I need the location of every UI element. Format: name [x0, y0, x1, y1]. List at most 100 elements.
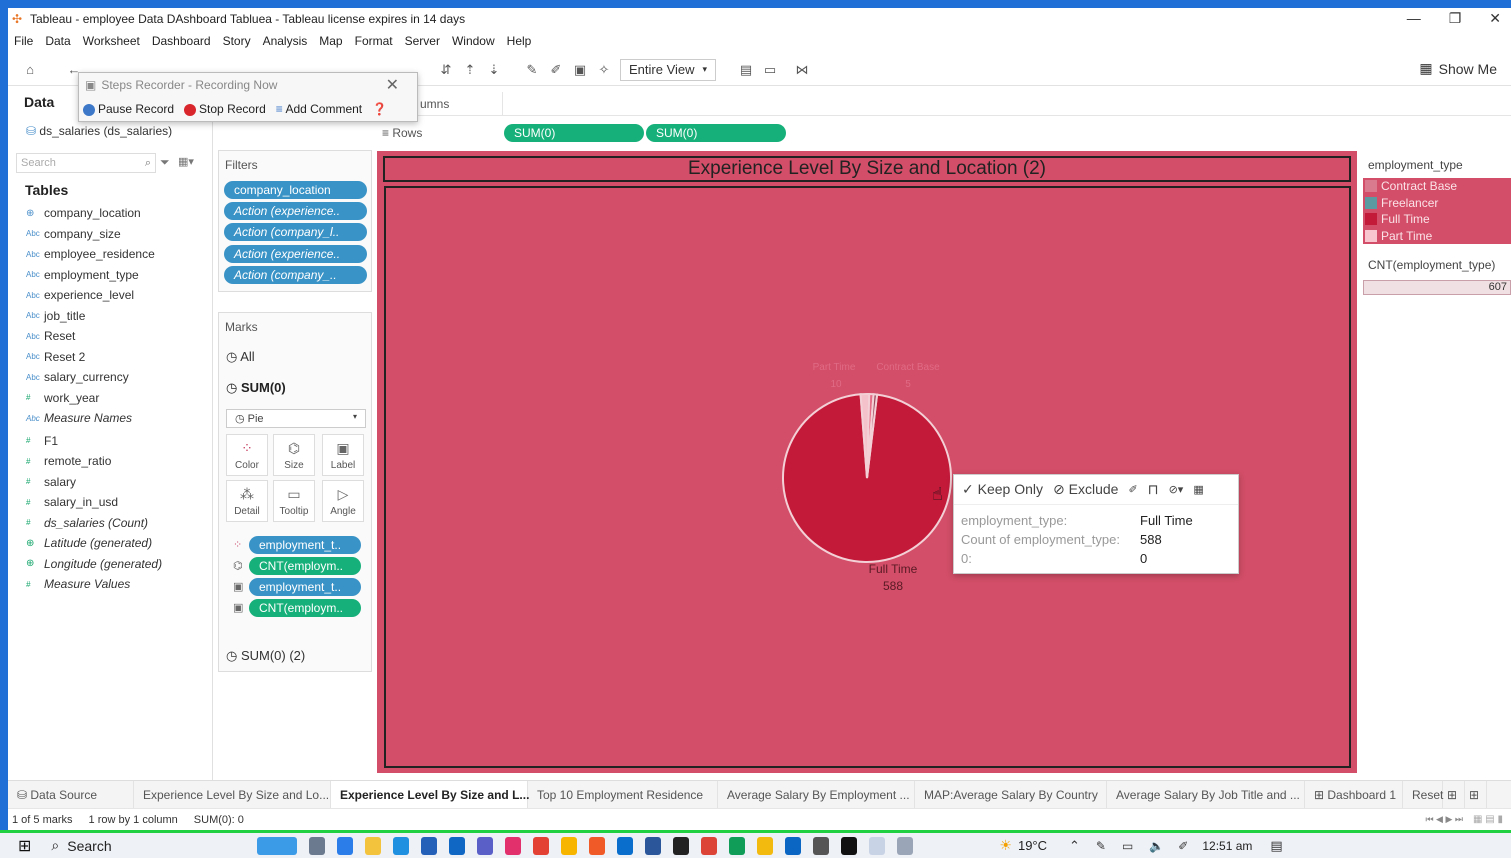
tab-map-salary-country[interactable]: MAP:Average Salary By Country [915, 780, 1107, 809]
tray-chevron-icon[interactable]: ⌃ [1069, 838, 1080, 854]
text-label-icon[interactable]: ▣ [568, 58, 592, 82]
menu-server[interactable]: Server [399, 34, 446, 48]
mark-pill-cnt-label[interactable]: CNT(employm.. [249, 599, 361, 617]
field-item[interactable]: # ds_salaries (Count) [26, 513, 148, 533]
field-item[interactable]: Abc salary_currency [26, 367, 129, 387]
outlook-icon[interactable] [449, 836, 466, 855]
settings-icon[interactable] [813, 836, 830, 855]
field-item[interactable]: Abc Reset 2 [26, 347, 85, 367]
pause-record-button[interactable]: Pause Record [83, 102, 174, 116]
field-item[interactable]: Abc company_size [26, 224, 121, 244]
field-item[interactable]: # salary_in_usd [26, 492, 118, 512]
card-icon[interactable]: ▤ [734, 58, 758, 82]
legend-item[interactable]: Freelancer [1363, 195, 1511, 212]
exclude-button[interactable]: ⊘ Exclude [1053, 481, 1118, 498]
tab-dashboard-1[interactable]: ⊞ Dashboard 1 [1305, 780, 1403, 809]
menu-story[interactable]: Story [217, 34, 257, 48]
marks-all-tab[interactable]: ◷ All [226, 349, 255, 365]
menu-help[interactable]: Help [501, 34, 538, 48]
field-item[interactable]: ⊕ Longitude (generated) [26, 554, 162, 574]
app-icon-1[interactable] [337, 836, 354, 855]
field-item[interactable]: Abc employee_residence [26, 244, 155, 264]
pen-icon[interactable]: ✎ [1096, 839, 1106, 853]
filter-pill-action-1[interactable]: Action (experience.. [224, 202, 367, 220]
app-icon-3[interactable] [589, 836, 606, 855]
filter-pill-company-location[interactable]: company_location [224, 181, 367, 199]
filter-pill-action-3[interactable]: Action (experience.. [224, 245, 367, 263]
menu-map[interactable]: Map [313, 34, 348, 48]
angle-mark-button[interactable]: ▷ Angle [322, 480, 364, 522]
show-me-button[interactable]: ▦ Show Me [1419, 60, 1497, 77]
chrome-icon-2[interactable] [701, 836, 718, 855]
share-icon[interactable]: ⋈ [790, 58, 814, 82]
field-item[interactable]: Abc job_title [26, 306, 85, 326]
app-icon-2[interactable] [561, 836, 578, 855]
close-button[interactable]: ✕ [1489, 10, 1501, 27]
battery-icon[interactable]: ▭ [1122, 839, 1133, 853]
instagram-icon[interactable] [505, 836, 522, 855]
windows-start-icon[interactable]: ⊞ [18, 836, 31, 856]
pin-clip-icon[interactable]: ✐ [544, 58, 568, 82]
menu-window[interactable]: Window [446, 34, 501, 48]
minimize-button[interactable]: — [1407, 10, 1421, 27]
home-icon[interactable]: ⌂ [18, 58, 42, 82]
sort-desc-icon[interactable]: ⇣ [482, 58, 506, 82]
terminal-icon[interactable] [841, 836, 858, 855]
sort-asc-icon[interactable]: ⇡ [458, 58, 482, 82]
tab-experience-1[interactable]: Experience Level By Size and Lo... [134, 780, 331, 809]
help-icon[interactable]: ❓ [372, 102, 387, 116]
filter-pill-action-2[interactable]: Action (company_l.. [224, 223, 367, 241]
legend-item[interactable]: Part Time [1363, 228, 1511, 245]
tableau-taskbar-icon[interactable] [869, 836, 886, 855]
view-options-icon[interactable]: ▦▾ [178, 155, 194, 168]
chrome-icon[interactable] [533, 836, 550, 855]
filter-pill-action-4[interactable]: Action (company_.. [224, 266, 367, 284]
new-dashboard-icon[interactable]: ⊞ [1465, 780, 1487, 809]
vscode-icon[interactable] [617, 836, 634, 855]
menu-analysis[interactable]: Analysis [257, 34, 314, 48]
steps-close-icon[interactable]: ✕ [386, 75, 399, 95]
pin-icon[interactable]: ✧ [592, 58, 616, 82]
mark-type-select[interactable]: ◷ Pie ▾ [226, 409, 366, 428]
detail-mark-button[interactable]: ⁂ Detail [226, 480, 268, 522]
view-data-icon[interactable]: ▦ [1193, 483, 1203, 496]
taskbar-search[interactable]: ⌕ Search [51, 837, 251, 854]
edge-icon[interactable] [393, 836, 410, 855]
marks-sum-tab[interactable]: ◷ SUM(0) [226, 380, 286, 396]
data-search-input[interactable]: Search ⌕ [16, 153, 156, 173]
sheet-nav-icons[interactable]: ⏮ ◀ ▶ ⏭ [1425, 814, 1463, 825]
color-mark-button[interactable]: ⁘ Color [226, 434, 268, 476]
app-icon-5[interactable] [897, 836, 914, 855]
menu-file[interactable]: File [8, 34, 39, 48]
task-view-icon[interactable] [309, 836, 326, 855]
stop-record-button[interactable]: Stop Record [184, 102, 266, 116]
set-icon[interactable]: ⊘▾ [1169, 483, 1184, 496]
field-item[interactable]: # remote_ratio [26, 451, 111, 471]
volume-icon[interactable]: 🔈 [1149, 839, 1164, 853]
size-mark-button[interactable]: ⌬ Size [273, 434, 315, 476]
group-clip-icon[interactable]: ✐ [1128, 483, 1137, 496]
presentation-icon[interactable]: ▭ [758, 58, 782, 82]
linkedin-icon[interactable] [785, 836, 802, 855]
field-item[interactable]: ⊕ Latitude (generated) [26, 533, 152, 553]
menu-dashboard[interactable]: Dashboard [146, 34, 217, 48]
field-item[interactable]: # Measure Values [26, 574, 130, 594]
mark-pill-cnt-size[interactable]: CNT(employm.. [249, 557, 361, 575]
mark-pill-employment-type-color[interactable]: employment_t.. [249, 536, 361, 554]
field-item[interactable]: # F1 [26, 431, 58, 451]
field-item[interactable]: # salary [26, 472, 76, 492]
marks-sum2-tab[interactable]: ◷ SUM(0) (2) [226, 648, 305, 664]
datasource-name[interactable]: ⛁ ds_salaries (ds_salaries) [26, 124, 172, 138]
menu-data[interactable]: Data [39, 34, 76, 48]
columns-shelf[interactable]: umns [378, 92, 1511, 116]
app-icon-4[interactable] [757, 836, 774, 855]
field-item[interactable]: ⊕ company_location [26, 203, 141, 223]
view-size-select[interactable]: Entire View ▾ [620, 58, 717, 81]
maximize-button[interactable]: ❐ [1449, 10, 1462, 27]
tab-top10-residence[interactable]: Top 10 Employment Residence [528, 780, 718, 809]
menu-format[interactable]: Format [349, 34, 399, 48]
music-icon[interactable] [673, 836, 690, 855]
tab-avg-salary-employment[interactable]: Average Salary By Employment ... [718, 780, 915, 809]
format-icon[interactable]: ⊓ [1148, 481, 1159, 498]
legend-item[interactable]: Contract Base [1363, 178, 1511, 195]
